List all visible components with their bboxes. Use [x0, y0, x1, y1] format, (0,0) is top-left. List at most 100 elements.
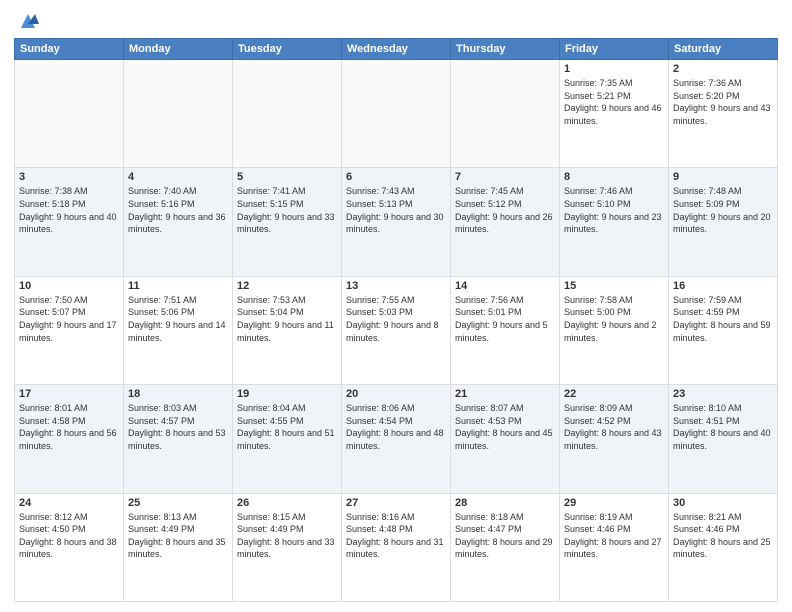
page: SundayMondayTuesdayWednesdayThursdayFrid… [0, 0, 792, 612]
calendar-cell: 16Sunrise: 7:59 AM Sunset: 4:59 PM Dayli… [669, 276, 778, 384]
calendar-week-2: 3 Sunrise: 7:38 AM Sunset: 5:18 PM Daylig… [15, 168, 778, 276]
day-info: Sunrise: 7:55 AM Sunset: 5:03 PM Dayligh… [346, 294, 446, 344]
day-info: Sunrise: 7:36 AM Sunset: 5:20 PM Dayligh… [673, 77, 773, 127]
day-number: 25 [128, 497, 228, 509]
calendar-cell: 8 Sunrise: 7:46 AM Sunset: 5:10 PM Daylig… [560, 168, 669, 276]
calendar-cell: 22Sunrise: 8:09 AM Sunset: 4:52 PM Dayli… [560, 385, 669, 493]
calendar-cell: 30 Sunrise: 8:21 AM Sunset: 4:46 PM Dayli… [669, 493, 778, 601]
day-number: 29 [564, 497, 664, 509]
day-info: Sunrise: 7:43 AM Sunset: 5:13 PM Dayligh… [346, 185, 446, 235]
day-info: Sunrise: 8:06 AM Sunset: 4:54 PM Dayligh… [346, 402, 446, 452]
day-number: 11 [128, 280, 228, 292]
calendar-cell: 25 Sunrise: 8:13 AM Sunset: 4:49 PM Dayli… [124, 493, 233, 601]
calendar-header-saturday: Saturday [669, 39, 778, 60]
calendar-cell: 28 Sunrise: 8:18 AM Sunset: 4:47 PM Dayli… [451, 493, 560, 601]
calendar-header-monday: Monday [124, 39, 233, 60]
calendar-cell: 3 Sunrise: 7:38 AM Sunset: 5:18 PM Daylig… [15, 168, 124, 276]
calendar-cell: 27 Sunrise: 8:16 AM Sunset: 4:48 PM Dayli… [342, 493, 451, 601]
calendar-header-tuesday: Tuesday [233, 39, 342, 60]
day-info: Sunrise: 7:45 AM Sunset: 5:12 PM Dayligh… [455, 185, 555, 235]
calendar-cell: 6 Sunrise: 7:43 AM Sunset: 5:13 PM Daylig… [342, 168, 451, 276]
day-number: 20 [346, 388, 446, 400]
day-info: Sunrise: 8:07 AM Sunset: 4:53 PM Dayligh… [455, 402, 555, 452]
day-info: Sunrise: 7:46 AM Sunset: 5:10 PM Dayligh… [564, 185, 664, 235]
calendar-cell [451, 60, 560, 168]
calendar-header-wednesday: Wednesday [342, 39, 451, 60]
day-number: 12 [237, 280, 337, 292]
day-info: Sunrise: 8:21 AM Sunset: 4:46 PM Dayligh… [673, 511, 773, 561]
day-info: Sunrise: 7:38 AM Sunset: 5:18 PM Dayligh… [19, 185, 119, 235]
day-info: Sunrise: 8:16 AM Sunset: 4:48 PM Dayligh… [346, 511, 446, 561]
calendar-cell: 13 Sunrise: 7:55 AM Sunset: 5:03 PM Dayli… [342, 276, 451, 384]
calendar-cell: 4Sunrise: 7:40 AM Sunset: 5:16 PM Daylig… [124, 168, 233, 276]
day-info: Sunrise: 8:13 AM Sunset: 4:49 PM Dayligh… [128, 511, 228, 561]
calendar-cell: 26 Sunrise: 8:15 AM Sunset: 4:49 PM Dayli… [233, 493, 342, 601]
calendar-header-friday: Friday [560, 39, 669, 60]
calendar-cell [342, 60, 451, 168]
day-number: 24 [19, 497, 119, 509]
day-number: 10 [19, 280, 119, 292]
calendar-cell: 19Sunrise: 8:04 AM Sunset: 4:55 PM Dayli… [233, 385, 342, 493]
calendar-cell: 14 Sunrise: 7:56 AM Sunset: 5:01 PM Dayli… [451, 276, 560, 384]
day-number: 19 [237, 388, 337, 400]
calendar-cell: 15 Sunrise: 7:58 AM Sunset: 5:00 PM Dayli… [560, 276, 669, 384]
day-info: Sunrise: 7:50 AM Sunset: 5:07 PM Dayligh… [19, 294, 119, 344]
calendar-header-row: SundayMondayTuesdayWednesdayThursdayFrid… [15, 39, 778, 60]
day-number: 16 [673, 280, 773, 292]
calendar-header-sunday: Sunday [15, 39, 124, 60]
day-info: Sunrise: 7:40 AM Sunset: 5:16 PM Dayligh… [128, 185, 228, 235]
day-number: 13 [346, 280, 446, 292]
day-number: 17 [19, 388, 119, 400]
day-info: Sunrise: 8:18 AM Sunset: 4:47 PM Dayligh… [455, 511, 555, 561]
calendar-cell: 9Sunrise: 7:48 AM Sunset: 5:09 PM Daylig… [669, 168, 778, 276]
day-number: 8 [564, 171, 664, 183]
day-number: 6 [346, 171, 446, 183]
day-number: 3 [19, 171, 119, 183]
day-info: Sunrise: 7:56 AM Sunset: 5:01 PM Dayligh… [455, 294, 555, 344]
calendar-cell: 23 Sunrise: 8:10 AM Sunset: 4:51 PM Dayli… [669, 385, 778, 493]
calendar-cell: 29 Sunrise: 8:19 AM Sunset: 4:46 PM Dayli… [560, 493, 669, 601]
calendar-cell: 5Sunrise: 7:41 AM Sunset: 5:15 PM Daylig… [233, 168, 342, 276]
day-info: Sunrise: 8:01 AM Sunset: 4:58 PM Dayligh… [19, 402, 119, 452]
day-number: 28 [455, 497, 555, 509]
calendar-header-thursday: Thursday [451, 39, 560, 60]
calendar-cell [15, 60, 124, 168]
day-info: Sunrise: 7:53 AM Sunset: 5:04 PM Dayligh… [237, 294, 337, 344]
day-number: 5 [237, 171, 337, 183]
day-number: 15 [564, 280, 664, 292]
day-info: Sunrise: 8:19 AM Sunset: 4:46 PM Dayligh… [564, 511, 664, 561]
logo-icon [17, 10, 39, 32]
day-info: Sunrise: 7:51 AM Sunset: 5:06 PM Dayligh… [128, 294, 228, 344]
day-number: 30 [673, 497, 773, 509]
day-number: 14 [455, 280, 555, 292]
calendar-cell: 18Sunrise: 8:03 AM Sunset: 4:57 PM Dayli… [124, 385, 233, 493]
day-info: Sunrise: 8:09 AM Sunset: 4:52 PM Dayligh… [564, 402, 664, 452]
calendar-week-4: 17 Sunrise: 8:01 AM Sunset: 4:58 PM Dayli… [15, 385, 778, 493]
day-number: 26 [237, 497, 337, 509]
calendar-week-5: 24Sunrise: 8:12 AM Sunset: 4:50 PM Dayli… [15, 493, 778, 601]
day-info: Sunrise: 8:03 AM Sunset: 4:57 PM Dayligh… [128, 402, 228, 452]
day-info: Sunrise: 8:10 AM Sunset: 4:51 PM Dayligh… [673, 402, 773, 452]
calendar-week-3: 10 Sunrise: 7:50 AM Sunset: 5:07 PM Dayli… [15, 276, 778, 384]
day-number: 2 [673, 63, 773, 75]
calendar-cell: 10 Sunrise: 7:50 AM Sunset: 5:07 PM Dayli… [15, 276, 124, 384]
calendar-cell: 20 Sunrise: 8:06 AM Sunset: 4:54 PM Dayli… [342, 385, 451, 493]
day-number: 21 [455, 388, 555, 400]
calendar-cell [124, 60, 233, 168]
calendar-cell: 12 Sunrise: 7:53 AM Sunset: 5:04 PM Dayli… [233, 276, 342, 384]
day-number: 7 [455, 171, 555, 183]
calendar-cell: 2 Sunrise: 7:36 AM Sunset: 5:20 PM Daylig… [669, 60, 778, 168]
day-number: 27 [346, 497, 446, 509]
day-info: Sunrise: 7:48 AM Sunset: 5:09 PM Dayligh… [673, 185, 773, 235]
calendar-cell: 11 Sunrise: 7:51 AM Sunset: 5:06 PM Dayli… [124, 276, 233, 384]
calendar-cell: 24Sunrise: 8:12 AM Sunset: 4:50 PM Dayli… [15, 493, 124, 601]
calendar-table: SundayMondayTuesdayWednesdayThursdayFrid… [14, 38, 778, 602]
day-info: Sunrise: 7:58 AM Sunset: 5:00 PM Dayligh… [564, 294, 664, 344]
calendar-cell: 17 Sunrise: 8:01 AM Sunset: 4:58 PM Dayli… [15, 385, 124, 493]
day-info: Sunrise: 8:15 AM Sunset: 4:49 PM Dayligh… [237, 511, 337, 561]
day-number: 1 [564, 63, 664, 75]
calendar-cell: 1Sunrise: 7:35 AM Sunset: 5:21 PM Daylig… [560, 60, 669, 168]
logo [14, 10, 39, 32]
calendar-week-1: 1Sunrise: 7:35 AM Sunset: 5:21 PM Daylig… [15, 60, 778, 168]
day-number: 23 [673, 388, 773, 400]
